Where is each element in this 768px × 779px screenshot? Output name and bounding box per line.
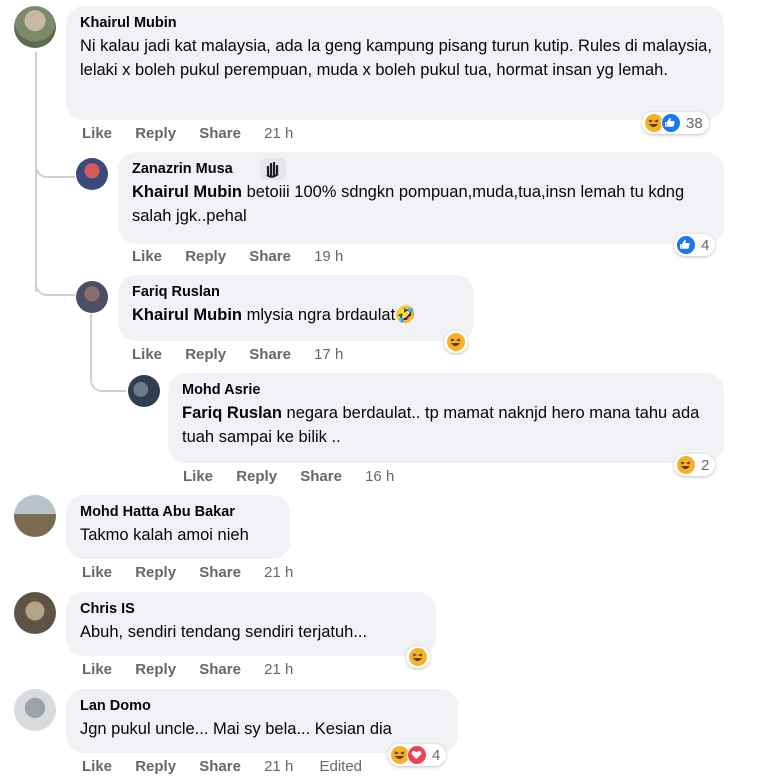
like-link[interactable]: Like <box>82 125 112 142</box>
comment-author[interactable]: Lan Domo <box>80 698 151 714</box>
avatar[interactable] <box>128 375 160 407</box>
comment-bubble: Mohd Hatta Abu Bakar Takmo kalah amoi ni… <box>66 495 290 559</box>
timestamp[interactable]: 16 h <box>365 468 394 485</box>
reaction-count: 2 <box>701 456 710 474</box>
timestamp[interactable]: 21 h <box>264 564 293 581</box>
edited-label[interactable]: Edited <box>319 758 362 775</box>
reply-link[interactable]: Reply <box>135 661 176 678</box>
share-link[interactable]: Share <box>199 758 241 775</box>
thread-line <box>35 160 75 178</box>
comment-actions: Like Reply Share 21 h <box>82 661 312 678</box>
comment-bubble: Chris IS Abuh, sendiri tendang sendiri t… <box>66 592 436 656</box>
share-link[interactable]: Share <box>199 125 241 142</box>
timestamp[interactable]: 21 h <box>264 125 293 142</box>
haha-reaction-icon <box>446 332 466 352</box>
comment-text: Khairul Mubin mlysia ngra brdaulat🤣 <box>132 303 462 327</box>
comment-text: Khairul Mubin betoiii 100% sdngkn pompua… <box>132 180 712 228</box>
like-reaction-icon <box>676 235 696 255</box>
reply-link[interactable]: Reply <box>185 346 226 363</box>
reaction-count: 4 <box>432 746 441 764</box>
avatar[interactable] <box>14 592 56 634</box>
like-reaction-icon <box>661 113 681 133</box>
share-link[interactable]: Share <box>300 468 342 485</box>
reaction-count: 4 <box>701 236 710 254</box>
comment-actions: Like Reply Share 21 h Edited <box>82 758 381 775</box>
comment-actions: Like Reply Share 17 h <box>132 346 362 363</box>
reply-link[interactable]: Reply <box>135 758 176 775</box>
timestamp[interactable]: 17 h <box>314 346 343 363</box>
reply-link[interactable]: Reply <box>236 468 277 485</box>
reply-link[interactable]: Reply <box>135 125 176 142</box>
comment-bubble: Zanazrin Musa Khairul Mubin betoiii 100%… <box>118 152 724 244</box>
timestamp[interactable]: 21 h <box>264 661 293 678</box>
comment-body: mlysia ngra brdaulat🤣 <box>242 306 416 324</box>
thread-line <box>35 276 75 296</box>
reaction-summary[interactable] <box>444 331 468 353</box>
reaction-summary[interactable]: 4 <box>388 744 447 766</box>
comment-text: Jgn pukul uncle... Mai sy bela... Kesian… <box>80 720 392 738</box>
avatar[interactable] <box>14 689 56 731</box>
reaction-summary[interactable]: 4 <box>674 234 716 256</box>
share-link[interactable]: Share <box>249 346 291 363</box>
comment-author[interactable]: Mohd Asrie <box>182 382 260 398</box>
comment-bubble: Mohd Asrie Fariq Ruslan negara berdaulat… <box>168 373 724 463</box>
reaction-summary[interactable] <box>406 646 430 668</box>
timestamp[interactable]: 21 h <box>264 758 293 775</box>
haha-reaction-icon <box>408 647 428 667</box>
reaction-summary[interactable]: 38 <box>642 112 709 134</box>
avatar[interactable] <box>76 158 108 190</box>
comment-bubble: Fariq Ruslan Khairul Mubin mlysia ngra b… <box>118 275 474 341</box>
comment-author[interactable]: Mohd Hatta Abu Bakar <box>80 504 235 520</box>
comment-author[interactable]: Fariq Ruslan <box>132 284 220 300</box>
comment-text: Ni kalau jadi kat malaysia, ada la geng … <box>80 37 712 79</box>
like-link[interactable]: Like <box>132 346 162 363</box>
reaction-count: 38 <box>686 114 703 132</box>
like-link[interactable]: Like <box>183 468 213 485</box>
reply-link[interactable]: Reply <box>135 564 176 581</box>
comment-author[interactable]: Chris IS <box>80 601 135 617</box>
like-link[interactable]: Like <box>82 661 112 678</box>
comment-author[interactable]: Zanazrin Musa <box>132 161 233 177</box>
comment-text: Takmo kalah amoi nieh <box>80 526 249 544</box>
mention-link[interactable]: Khairul Mubin <box>132 183 242 201</box>
comment-text: Abuh, sendiri tendang sendiri terjatuh..… <box>80 623 368 641</box>
avatar[interactable] <box>14 495 56 537</box>
timestamp[interactable]: 19 h <box>314 248 343 265</box>
haha-reaction-icon <box>676 455 696 475</box>
comment-actions: Like Reply Share 16 h <box>183 468 413 485</box>
comment-author[interactable]: Khairul Mubin <box>80 15 177 31</box>
mention-link[interactable]: Khairul Mubin <box>132 306 242 324</box>
reaction-summary[interactable]: 2 <box>674 454 716 476</box>
comment-actions: Like Reply Share 21 h <box>82 125 312 142</box>
like-link[interactable]: Like <box>82 564 112 581</box>
share-link[interactable]: Share <box>249 248 291 265</box>
like-link[interactable]: Like <box>132 248 162 265</box>
mention-link[interactable]: Fariq Ruslan <box>182 404 282 422</box>
avatar[interactable] <box>14 6 56 48</box>
waving-hand-icon <box>260 158 286 180</box>
love-reaction-icon <box>407 745 427 765</box>
reply-link[interactable]: Reply <box>185 248 226 265</box>
comment-actions: Like Reply Share 21 h <box>82 564 312 581</box>
avatar[interactable] <box>76 281 108 313</box>
share-link[interactable]: Share <box>199 564 241 581</box>
share-link[interactable]: Share <box>199 661 241 678</box>
comment-actions: Like Reply Share 19 h <box>132 248 362 265</box>
comment-bubble: Khairul Mubin Ni kalau jadi kat malaysia… <box>66 6 724 120</box>
like-link[interactable]: Like <box>82 758 112 775</box>
comment-text: Fariq Ruslan negara berdaulat.. tp mamat… <box>182 401 712 449</box>
